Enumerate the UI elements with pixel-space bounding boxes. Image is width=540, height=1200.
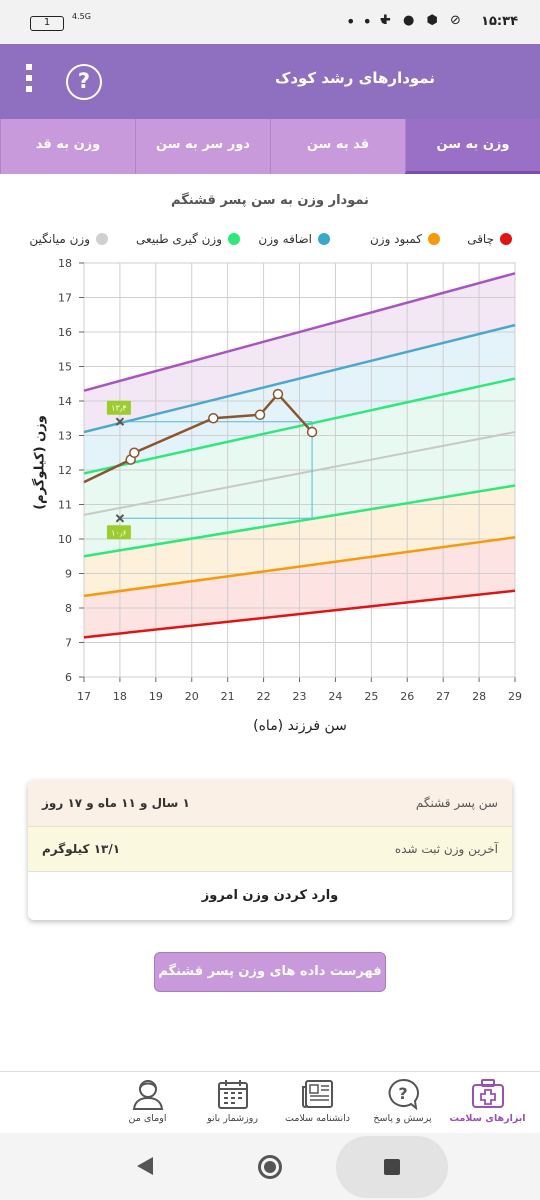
nav-label: اومای من: [128, 1113, 167, 1124]
chart-title: نمودار وزن به سن پسر قشنگم: [171, 193, 369, 208]
network-indicator: 4.5G: [72, 12, 91, 21]
bottom-nav: ابزارهای سلامت ? پرسش و پاسخ دانشنامه سل…: [0, 1071, 540, 1133]
tab-bar: وزن به سن قد به سن دور سر به سن وزن به ق…: [0, 119, 540, 174]
page-title: نمودارهای رشد کودک: [274, 69, 435, 87]
y-tick-label: 17: [58, 292, 72, 305]
newspaper-icon: [301, 1080, 333, 1108]
nav-label: ابزارهای سلامت: [449, 1113, 526, 1124]
last-weight-value: ۱۳/۱ کیلوگرم: [42, 842, 121, 856]
data-point: [129, 447, 140, 458]
status-icons: ✚ ● ⬢ ⊘: [380, 13, 465, 28]
nav-label: دانشنامه سلامت: [285, 1113, 350, 1124]
x-tick-label: 21: [221, 690, 235, 703]
y-tick-label: 12: [58, 464, 72, 477]
y-tick-label: 6: [65, 671, 72, 684]
calendar-icon: [217, 1080, 248, 1109]
x-tick-label: 17: [77, 690, 91, 703]
y-tick-label: 14: [58, 395, 72, 408]
legend-item-average: وزن میانگین: [29, 232, 108, 246]
legend-dot-icon: [96, 233, 108, 245]
nav-qa[interactable]: ? پرسش و پاسخ: [360, 1072, 445, 1133]
data-point: [254, 409, 266, 421]
y-tick-label: 9: [65, 568, 72, 581]
legend-label: کمبود وزن: [369, 232, 422, 246]
app-bar: ? نمودارهای رشد کودک: [0, 44, 540, 119]
legend-label: وزن گیری طبیعی: [136, 232, 222, 246]
data-point: [208, 413, 219, 424]
x-tick-label: 27: [436, 690, 450, 703]
tab-weight-age[interactable]: وزن به سن: [405, 119, 540, 174]
data-point: [272, 388, 284, 400]
last-weight-label: آخرین وزن ثبت شده: [394, 842, 498, 856]
x-tick-label: 26: [400, 690, 414, 703]
age-row: سن پسر قشنگم ۱ سال و ۱۱ ماه و ۱۷ روز: [28, 780, 512, 826]
battery-icon: 1: [30, 16, 64, 31]
legend-item-overweight: اضافه وزن: [258, 232, 330, 246]
y-tick-label: 10: [58, 533, 72, 546]
nav-calendar[interactable]: روزشمار بانو: [190, 1072, 275, 1133]
legend-dot-icon: [318, 233, 330, 245]
y-tick-label: 16: [58, 326, 72, 339]
marker-label: ۱۳٫۴: [111, 404, 127, 413]
x-tick-label: 23: [293, 690, 307, 703]
y-tick-label: 18: [58, 257, 72, 270]
more-vert-icon[interactable]: [24, 64, 34, 100]
help-icon[interactable]: ?: [66, 64, 102, 100]
info-card: سن پسر قشنگم ۱ سال و ۱۱ ماه و ۱۷ روز آخر…: [28, 780, 512, 920]
x-tick-label: 22: [257, 690, 271, 703]
user-icon: [132, 1080, 163, 1110]
marker-label: ۱۰٫۶: [111, 528, 127, 537]
age-label: سن پسر قشنگم: [415, 796, 498, 810]
tab-weight-height[interactable]: وزن به قد: [0, 119, 135, 174]
legend-label: اضافه وزن: [258, 232, 312, 246]
back-icon[interactable]: [137, 1157, 153, 1175]
question-bubble-icon: ?: [388, 1078, 419, 1111]
medical-kit-icon: [471, 1079, 504, 1108]
nav-label: روزشمار بانو: [207, 1113, 258, 1124]
x-axis-label: سن فرزند (ماه): [253, 718, 347, 734]
x-tick-label: 18: [113, 690, 127, 703]
y-axis-label: وزن (کیلوگرم): [32, 415, 48, 510]
x-tick-label: 19: [149, 690, 163, 703]
x-tick-label: 25: [364, 690, 378, 703]
age-value: ۱ سال و ۱۱ ماه و ۱۷ روز: [42, 796, 190, 810]
legend-label: چاقی: [467, 232, 494, 246]
recents-icon[interactable]: [384, 1159, 400, 1175]
growth-chart: 17 18 19 20 21 22 23 24 25 26 27 28 29 6 7 8 9 10 11 12 13 14…: [58, 257, 522, 703]
y-tick-label: 15: [58, 361, 72, 374]
x-tick-label: 20: [185, 690, 199, 703]
enter-weight-button[interactable]: وارد کردن وزن امروز: [28, 872, 512, 918]
status-bar: 1 4.5G • • • ✚ ● ⬢ ⊘ ۱۵:۳۴: [0, 0, 540, 44]
nav-encyclopedia[interactable]: دانشنامه سلامت: [275, 1072, 360, 1133]
home-icon[interactable]: [258, 1155, 282, 1179]
system-nav: [0, 1133, 540, 1200]
y-tick-label: 11: [58, 499, 72, 512]
tab-head-age[interactable]: دور سر به سن: [135, 119, 270, 174]
nav-health-tools[interactable]: ابزارهای سلامت: [445, 1072, 530, 1133]
tab-height-age[interactable]: قد به سن: [270, 119, 405, 174]
legend-item-underweight: کمبود وزن: [370, 232, 440, 246]
y-tick-label: 13: [58, 430, 72, 443]
svg-text:?: ?: [398, 1084, 407, 1103]
x-tick-label: 29: [508, 690, 522, 703]
legend-item-normal: وزن گیری طبیعی: [136, 232, 240, 246]
last-weight-row: آخرین وزن ثبت شده ۱۳/۱ کیلوگرم: [28, 826, 512, 872]
legend-dot-icon: [500, 233, 512, 245]
legend-dot-icon: [228, 233, 240, 245]
y-tick-label: 7: [65, 637, 72, 650]
y-tick-label: 8: [65, 602, 72, 615]
clock: ۱۵:۳۴: [481, 14, 518, 29]
x-tick-label: 28: [472, 690, 486, 703]
x-tick-label: 24: [328, 690, 342, 703]
legend-dot-icon: [428, 233, 440, 245]
data-point: [306, 426, 318, 438]
nav-profile[interactable]: اومای من: [105, 1072, 190, 1133]
legend-label: وزن میانگین: [29, 232, 90, 246]
legend-item-obese: چاقی: [467, 232, 512, 246]
nav-label: پرسش و پاسخ: [373, 1113, 432, 1124]
weight-data-list-button[interactable]: فهرست داده های وزن پسر قشنگم: [154, 952, 386, 992]
